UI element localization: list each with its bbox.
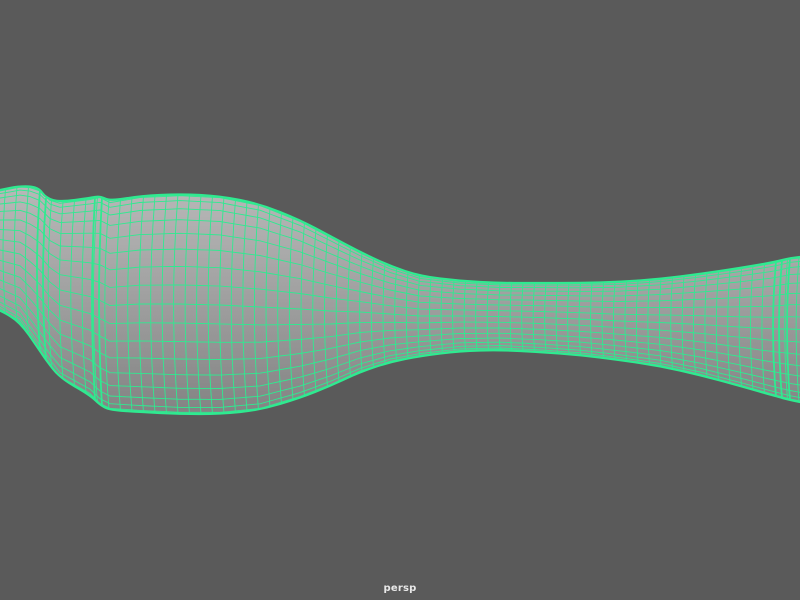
mesh-canvas[interactable] [0,0,800,600]
camera-name-label: persp [383,583,417,594]
perspective-viewport[interactable]: persp [0,0,800,600]
model-body[interactable] [0,185,800,416]
